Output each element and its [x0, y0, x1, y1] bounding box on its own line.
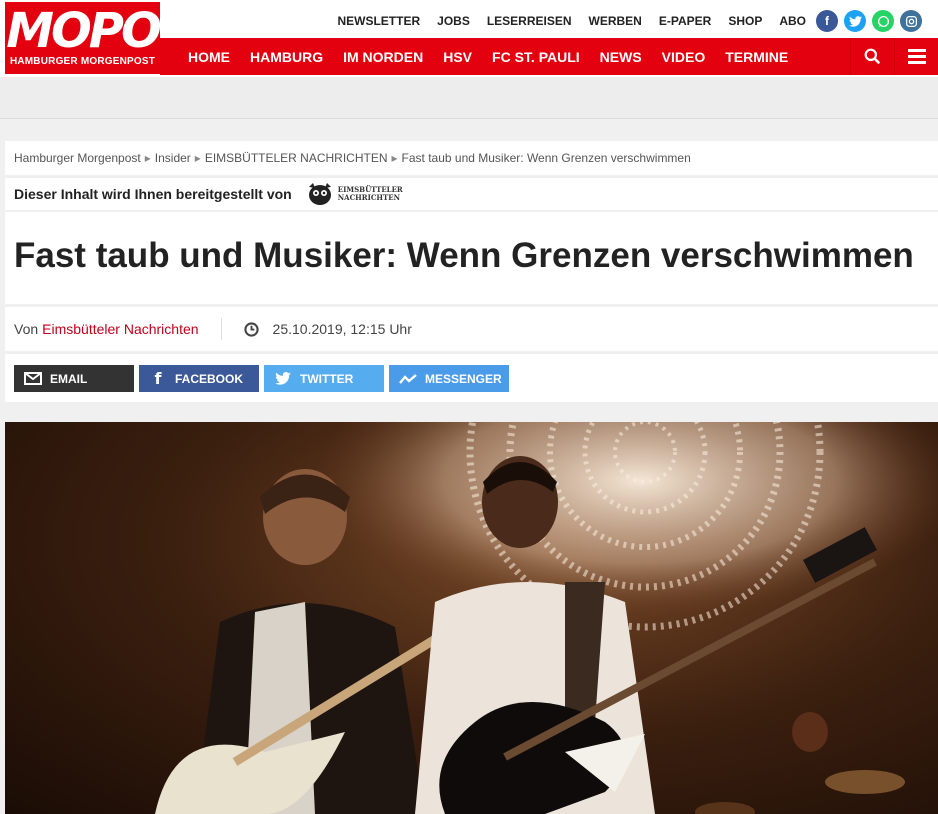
breadcrumb-current: Fast taub und Musiker: Wenn Grenzen vers… [401, 151, 691, 165]
breadcrumb-item[interactable]: Hamburger Morgenpost [14, 151, 141, 165]
share-twitter-button[interactable]: TWITTER [264, 365, 384, 392]
facebook-icon: f [154, 369, 162, 388]
mopo-logo[interactable]: MOPO HAMBURGER MORGENPOST [5, 2, 162, 74]
whatsapp-icon[interactable] [872, 10, 894, 32]
share-email-button[interactable]: EMAIL [14, 365, 134, 392]
nav-home[interactable]: HOME [188, 49, 230, 65]
top-link-werben[interactable]: WERBEN [589, 14, 642, 28]
share-bar: EMAIL f FACEBOOK TWITTER MESSENGER [5, 354, 938, 402]
logo-title: MOPO [6, 3, 162, 59]
mascot-icon [308, 183, 331, 205]
breadcrumb-item[interactable]: Insider [155, 151, 191, 165]
sponsor-banner: Dieser Inhalt wird Ihnen bereitgestellt … [5, 178, 938, 210]
top-link-abo[interactable]: ABO [779, 14, 806, 28]
article-hero-image[interactable] [5, 422, 938, 814]
share-facebook-button[interactable]: f FACEBOOK [139, 365, 259, 392]
sponsor-logo[interactable]: EIMSBÜTTELER NACHRICHTEN [306, 181, 403, 207]
byline-prefix: Von [14, 321, 39, 337]
share-messenger-button[interactable]: MESSENGER [389, 365, 509, 392]
instagram-icon[interactable] [900, 10, 922, 32]
nav-fc-st-pauli[interactable]: FC ST. PAULI [492, 49, 580, 65]
sponsor-logo-text: EIMSBÜTTELER NACHRICHTEN [337, 185, 403, 202]
top-link-jobs[interactable]: JOBS [437, 14, 470, 28]
article-title: Fast taub und Musiker: Wenn Grenzen vers… [5, 212, 938, 304]
breadcrumb-separator-icon: ▸ [391, 151, 398, 165]
search-icon[interactable] [850, 38, 894, 75]
meta-divider [220, 318, 222, 340]
top-link-epaper[interactable]: E-PAPER [659, 14, 711, 28]
top-nav: NEWSLETTER JOBS LESERREISEN WERBEN E-PAP… [337, 8, 938, 34]
article-meta: Von Eimsbütteler Nachrichten 25.10.2019,… [5, 307, 938, 351]
nav-news[interactable]: NEWS [600, 49, 642, 65]
nav-termine[interactable]: TERMINE [725, 49, 788, 65]
ad-placeholder [0, 77, 938, 119]
twitter-icon [274, 372, 292, 385]
messenger-icon [399, 373, 417, 385]
clock-icon [243, 321, 259, 337]
mail-icon [24, 372, 42, 385]
top-link-newsletter[interactable]: NEWSLETTER [337, 14, 420, 28]
top-link-shop[interactable]: SHOP [728, 14, 762, 28]
main-nav: HOME HAMBURG IM NORDEN HSV FC ST. PAULI … [160, 38, 938, 75]
author-link[interactable]: Eimsbütteler Nachrichten [42, 321, 198, 337]
sponsor-label: Dieser Inhalt wird Ihnen bereitgestellt … [14, 186, 292, 202]
breadcrumb: Hamburger Morgenpost ▸ Insider ▸ EIMSBÜTTELE… [5, 141, 938, 175]
nav-hsv[interactable]: HSV [443, 49, 472, 65]
site-header: MOPO HAMBURGER MORGENPOST NEWSLETTER JOB… [0, 0, 938, 77]
nav-video[interactable]: VIDEO [662, 49, 706, 65]
logo-subtitle: HAMBURGER MORGENPOST [9, 56, 156, 67]
nav-im-norden[interactable]: IM NORDEN [343, 49, 423, 65]
facebook-icon[interactable]: f [816, 10, 838, 32]
concert-photo [5, 422, 938, 814]
top-link-leserreisen[interactable]: LESERREISEN [487, 14, 572, 28]
breadcrumb-separator-icon: ▸ [194, 151, 201, 165]
publish-date: 25.10.2019, 12:15 Uhr [272, 321, 412, 337]
twitter-icon[interactable] [844, 10, 866, 32]
menu-icon[interactable] [894, 38, 938, 75]
nav-hamburg[interactable]: HAMBURG [250, 49, 323, 65]
breadcrumb-item[interactable]: EIMSBÜTTELER NACHRICHTEN [205, 151, 388, 165]
breadcrumb-separator-icon: ▸ [144, 151, 151, 165]
